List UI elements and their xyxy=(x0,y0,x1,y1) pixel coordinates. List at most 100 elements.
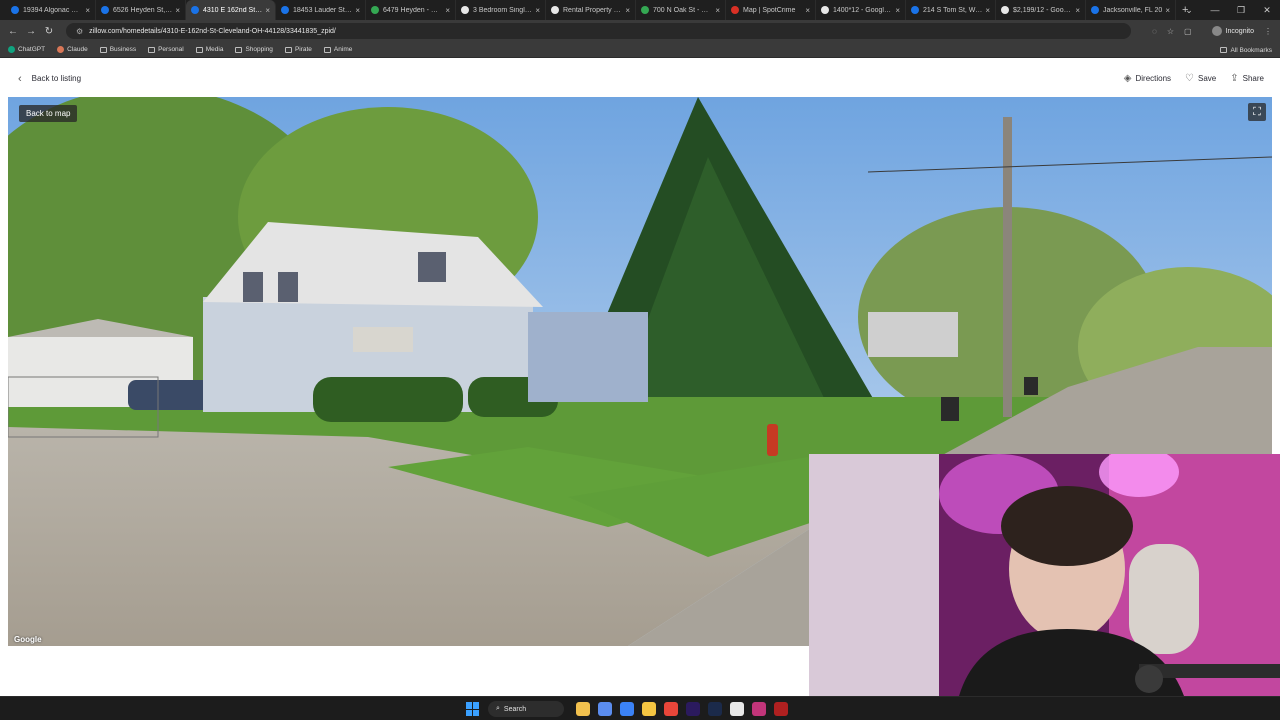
copilot-icon[interactable] xyxy=(598,702,612,716)
browser-tab-strip: 19394 Algonac St, D × 6526 Heyden St, De × 4… xyxy=(0,0,1280,20)
browser-tab[interactable]: 18453 Lauder St, De × xyxy=(276,0,366,20)
browser-tab[interactable]: Rental Property Cal × xyxy=(546,0,636,20)
bookmark-star-icon[interactable]: ☆ xyxy=(1167,27,1174,36)
bookmark-item[interactable]: Pirate xyxy=(284,46,312,53)
bookmark-item[interactable]: Anime xyxy=(323,46,352,53)
maximize-button[interactable]: ❐ xyxy=(1228,0,1254,20)
room-wall-left xyxy=(809,454,939,696)
back-to-listing-label: Back to listing xyxy=(31,74,82,83)
browser-tab[interactable]: 700 N Oak St - Goo × xyxy=(636,0,726,20)
tab-close-icon[interactable]: × xyxy=(805,6,810,15)
tab-close-icon[interactable]: × xyxy=(355,6,360,15)
extensions-icon[interactable]: ▢ xyxy=(1184,27,1192,36)
tab-title: Rental Property Cal xyxy=(563,6,623,14)
bookmark-item[interactable]: Claude xyxy=(57,46,88,53)
tab-title: 3 Bedroom Single F xyxy=(473,6,533,14)
save-button[interactable]: ♡ Save xyxy=(1185,73,1216,84)
back-arrow-icon[interactable]: ← xyxy=(4,26,22,37)
tab-favicon-icon xyxy=(1001,6,1009,14)
tab-close-icon[interactable]: × xyxy=(1075,6,1080,15)
tab-favicon-icon xyxy=(191,6,199,14)
tab-title: $2,199/12 - Google xyxy=(1013,6,1073,14)
address-bar[interactable]: ⚙ zillow.com/homedetails/4310-E-162nd-St… xyxy=(66,23,1131,39)
bookmark-item[interactable]: Media xyxy=(195,46,223,53)
menu-kebab-icon[interactable]: ⋮ xyxy=(1264,27,1272,36)
windows-start-icon[interactable] xyxy=(466,702,480,716)
tab-close-icon[interactable]: × xyxy=(175,6,180,15)
directions-label: Directions xyxy=(1135,74,1172,83)
browser-tab[interactable]: $2,199/12 - Google × xyxy=(996,0,1086,20)
incognito-indicator[interactable]: Incognito xyxy=(1211,26,1254,36)
all-bookmarks-button[interactable]: All Bookmarks xyxy=(1220,42,1272,58)
back-to-map-button[interactable]: Back to map xyxy=(19,105,78,122)
tab-favicon-icon xyxy=(11,6,19,14)
tab-title: 1400*12 - Google S xyxy=(833,6,893,14)
tab-title: 4310 E 162nd St, Cl xyxy=(203,6,263,14)
folder-icon xyxy=(323,46,331,53)
tab-close-icon[interactable]: × xyxy=(535,6,540,15)
bookmark-item[interactable]: Business xyxy=(99,46,137,53)
tab-close-icon[interactable]: × xyxy=(715,6,720,15)
browser-tab[interactable]: 1400*12 - Google S × xyxy=(816,0,906,20)
share-button[interactable]: ⇪ Share xyxy=(1230,73,1264,84)
tab-close-icon[interactable]: × xyxy=(985,6,990,15)
back-to-listing-button[interactable]: ‹ Back to listing xyxy=(18,73,81,85)
browser-tab[interactable]: Map | SpotCrime × xyxy=(726,0,816,20)
webcam-scene xyxy=(809,454,1280,696)
browser-tab[interactable]: 4310 E 162nd St, Cl × xyxy=(186,0,276,20)
directions-button[interactable]: ◈ Directions xyxy=(1124,73,1171,84)
tab-close-icon[interactable]: × xyxy=(625,6,630,15)
browser-tab[interactable]: 6479 Heyden - Goo × xyxy=(366,0,456,20)
tab-favicon-icon xyxy=(371,6,379,14)
fullscreen-icon[interactable]: ⛶ xyxy=(1248,103,1266,121)
bookmark-label: Business xyxy=(109,46,137,53)
window-awning xyxy=(353,327,413,352)
browser-tab[interactable]: 3 Bedroom Single F × xyxy=(456,0,546,20)
tab-title: 700 N Oak St - Goo xyxy=(653,6,713,14)
chrome-icon[interactable] xyxy=(664,702,678,716)
folder-icon xyxy=(284,46,292,53)
store-icon[interactable] xyxy=(620,702,634,716)
bookmark-label: Claude xyxy=(67,46,88,53)
browser-tab[interactable]: Jacksonville, FL 20 × xyxy=(1086,0,1176,20)
tab-title: 19394 Algonac St, D xyxy=(23,6,83,14)
tab-close-icon[interactable]: × xyxy=(85,6,90,15)
eye-off-icon[interactable]: ◌ xyxy=(1152,27,1157,36)
premiere-icon[interactable] xyxy=(686,702,700,716)
tab-close-icon[interactable]: × xyxy=(265,6,270,15)
tab-search-icon[interactable]: ⌄ xyxy=(1176,0,1202,20)
tab-close-icon[interactable]: × xyxy=(1165,6,1170,15)
bookmark-item[interactable]: Personal xyxy=(148,46,184,53)
person-hair xyxy=(1001,486,1133,566)
bookmark-label: Shopping xyxy=(245,46,273,53)
site-favicon-icon xyxy=(8,46,15,53)
bookmark-item[interactable]: ChatGPT xyxy=(8,46,45,53)
house-window xyxy=(243,272,263,302)
tab-favicon-icon xyxy=(101,6,109,14)
bookmark-item[interactable]: Shopping xyxy=(235,46,273,53)
streaming-app-icon[interactable] xyxy=(752,702,766,716)
folder-icon xyxy=(1220,47,1228,53)
microphone xyxy=(1135,665,1163,693)
photoshop-icon[interactable] xyxy=(708,702,722,716)
explorer-icon[interactable] xyxy=(576,702,590,716)
utility-pole xyxy=(1003,117,1012,417)
trash-bin xyxy=(1024,377,1038,395)
files-icon[interactable] xyxy=(642,702,656,716)
notion-icon[interactable] xyxy=(730,702,744,716)
browser-tab[interactable]: 6526 Heyden St, De × xyxy=(96,0,186,20)
parked-car xyxy=(128,380,213,410)
browser-tab[interactable]: 19394 Algonac St, D × xyxy=(6,0,96,20)
bookmark-label: Pirate xyxy=(294,46,312,53)
reload-icon[interactable]: ↻ xyxy=(40,26,58,37)
tab-close-icon[interactable]: × xyxy=(895,6,900,15)
recorder-icon[interactable] xyxy=(774,702,788,716)
browser-tab[interactable]: 214 S Tom St, Web × xyxy=(906,0,996,20)
site-info-icon[interactable]: ⚙ xyxy=(76,27,83,36)
minimize-button[interactable]: — xyxy=(1202,0,1228,20)
taskbar-search[interactable]: ⌕ Search xyxy=(488,701,564,717)
share-label: Share xyxy=(1242,74,1264,83)
tab-close-icon[interactable]: × xyxy=(445,6,450,15)
close-window-button[interactable]: ✕ xyxy=(1254,0,1280,20)
forward-arrow-icon[interactable]: → xyxy=(22,26,40,37)
